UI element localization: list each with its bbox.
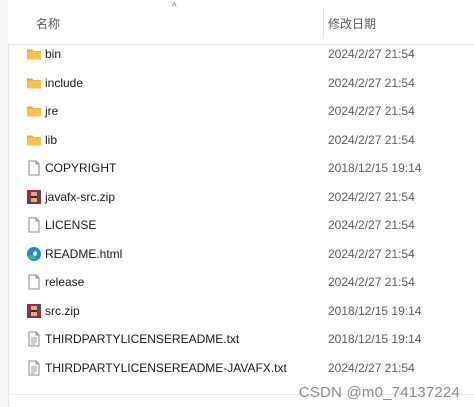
file-name[interactable]: LICENSE xyxy=(45,218,96,232)
column-divider[interactable] xyxy=(323,8,324,38)
file-row[interactable]: lib 2024/2/27 21:54 xyxy=(8,126,474,155)
file-date-modified: 2018/12/15 19:14 xyxy=(328,303,422,318)
file-icon xyxy=(26,217,42,233)
file-row[interactable]: release 2024/2/27 21:54 xyxy=(8,268,474,297)
file-date-modified: 2024/2/27 21:54 xyxy=(328,104,415,118)
file-name[interactable]: src.zip xyxy=(45,304,80,318)
file-row[interactable]: THIRDPARTYLICENSEREADME.txt 2018/12/15 19… xyxy=(8,325,474,354)
watermark-text: CSDN @m0_74137224 xyxy=(298,384,460,401)
file-row[interactable]: COPYRIGHT 2018/12/15 19:14 xyxy=(8,154,474,183)
file-date-modified: 2018/12/15 19:14 xyxy=(328,332,422,346)
file-name[interactable]: include xyxy=(45,76,83,90)
file-icon xyxy=(26,274,42,290)
folder-icon xyxy=(26,46,42,62)
sort-ascending-icon[interactable]: ^ xyxy=(172,2,177,13)
file-date-modified: 2024/2/27 21:54 xyxy=(328,246,415,261)
file-name[interactable]: THIRDPARTYLICENSEREADME.txt xyxy=(45,332,239,346)
file-name[interactable]: bin xyxy=(45,47,61,61)
folder-icon xyxy=(26,75,42,91)
file-date-modified: 2024/2/27 21:54 xyxy=(328,360,415,375)
column-header-name[interactable]: 名称 xyxy=(36,15,60,32)
zip-archive-icon xyxy=(26,303,42,319)
folder-icon xyxy=(26,132,42,148)
file-date-modified: 2024/2/27 21:54 xyxy=(328,275,415,289)
zip-archive-icon xyxy=(26,189,42,205)
file-row[interactable]: bin 2024/2/27 21:54 xyxy=(8,40,474,69)
file-row[interactable]: src.zip 2018/12/15 19:14 xyxy=(8,297,474,326)
file-date-modified: 2024/2/27 21:54 xyxy=(328,189,415,204)
file-name[interactable]: lib xyxy=(45,133,57,147)
file-list: bin 2024/2/27 21:54 include 2024/2/27 21:54… xyxy=(8,40,474,382)
file-name[interactable]: release xyxy=(45,275,84,289)
file-row[interactable]: THIRDPARTYLICENSEREADME-JAVAFX.txt 2024/2… xyxy=(8,354,474,383)
column-header-date-modified[interactable]: 修改日期 xyxy=(328,15,376,32)
text-file-icon xyxy=(26,360,42,376)
column-header-bar: ^ 名称 修改日期 xyxy=(8,0,474,45)
file-date-modified: 2024/2/27 21:54 xyxy=(328,75,415,90)
file-row[interactable]: LICENSE 2024/2/27 21:54 xyxy=(8,211,474,240)
folder-icon xyxy=(26,103,42,119)
file-date-modified: 2024/2/27 21:54 xyxy=(328,47,415,61)
file-row[interactable]: javafx-src.zip 2024/2/27 21:54 xyxy=(8,183,474,212)
file-date-modified: 2024/2/27 21:54 xyxy=(328,218,415,232)
file-name[interactable]: README.html xyxy=(45,247,122,261)
text-file-icon xyxy=(26,331,42,347)
file-row[interactable]: include 2024/2/27 21:54 xyxy=(8,69,474,98)
edge-browser-icon xyxy=(26,246,42,262)
file-icon xyxy=(26,160,42,176)
file-name[interactable]: jre xyxy=(45,104,58,118)
file-name[interactable]: javafx-src.zip xyxy=(45,190,115,204)
file-row[interactable]: README.html 2024/2/27 21:54 xyxy=(8,240,474,269)
file-row[interactable]: jre 2024/2/27 21:54 xyxy=(8,97,474,126)
file-name[interactable]: COPYRIGHT xyxy=(45,161,116,175)
file-date-modified: 2024/2/27 21:54 xyxy=(328,132,415,147)
file-date-modified: 2018/12/15 19:14 xyxy=(328,161,422,175)
file-name[interactable]: THIRDPARTYLICENSEREADME-JAVAFX.txt xyxy=(45,361,287,375)
